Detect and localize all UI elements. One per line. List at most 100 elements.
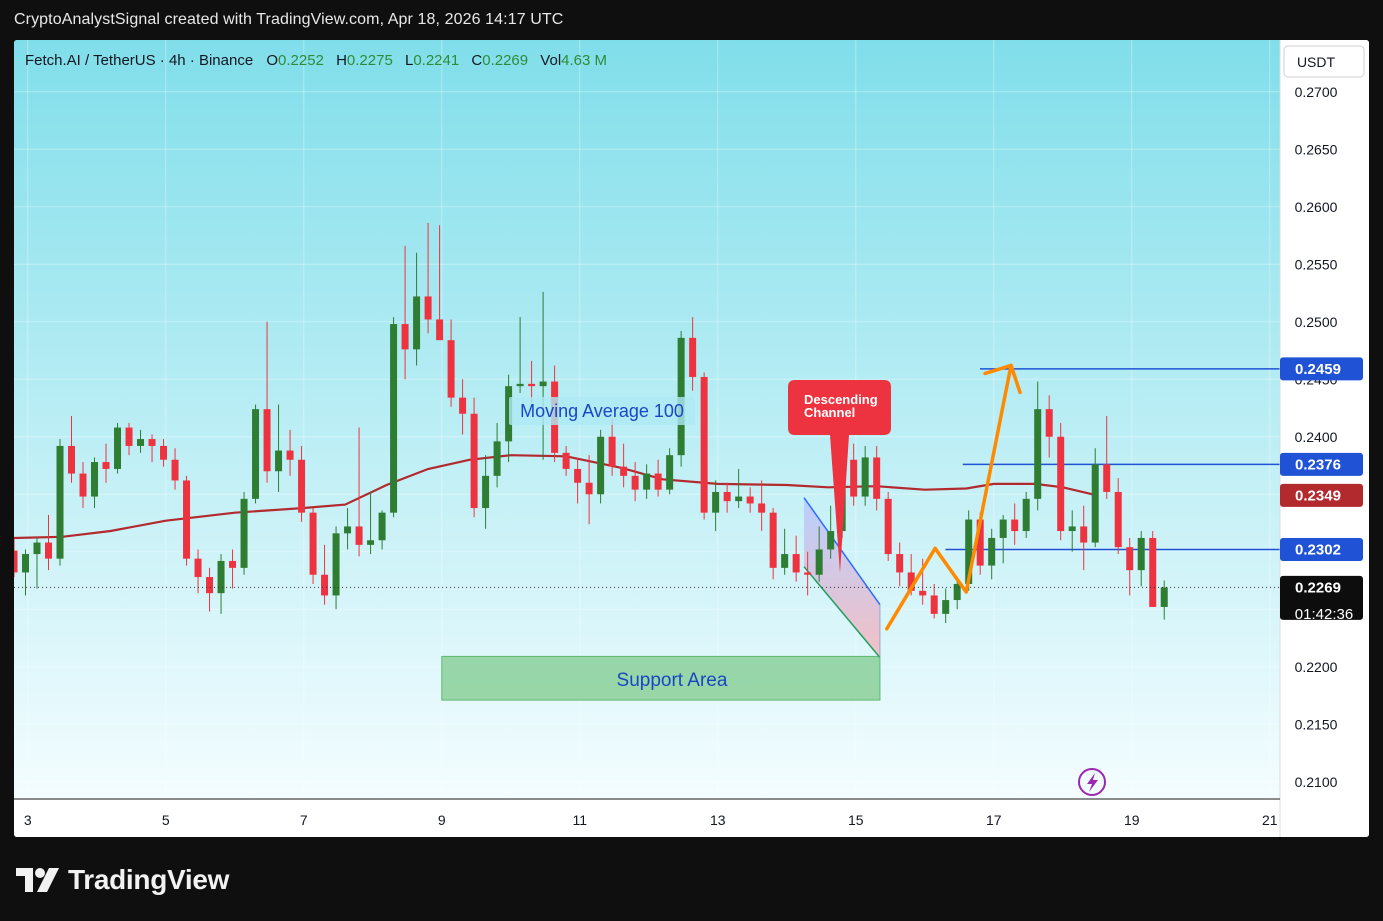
- candle-body: [896, 554, 904, 573]
- price-tick-label: 0.2150: [1295, 716, 1338, 732]
- candle-body: [424, 296, 432, 320]
- candle-body: [1091, 464, 1099, 543]
- price-tick-label: 0.2550: [1295, 256, 1338, 272]
- candle-body: [470, 413, 478, 509]
- legend-close-value: 0.2269: [482, 52, 528, 69]
- price-label-text: 0.2349: [1295, 487, 1341, 504]
- candle-body: [459, 397, 467, 414]
- currency-button-label: USDT: [1297, 54, 1336, 70]
- candle-body: [401, 324, 409, 350]
- price-tick-label: 0.2100: [1295, 774, 1338, 790]
- price-tick-label: 0.2400: [1295, 429, 1338, 445]
- candle-body: [585, 482, 593, 495]
- candle-body: [620, 466, 628, 476]
- price-tick-label: 0.2600: [1295, 199, 1338, 215]
- candle-body: [850, 459, 858, 497]
- candle-body: [942, 600, 950, 614]
- candle-body: [436, 319, 444, 341]
- legend-low-label: L: [405, 52, 413, 69]
- candle-body: [1057, 436, 1065, 532]
- time-tick-label: 17: [986, 812, 1002, 828]
- price-chart[interactable]: 0.21000.21500.22000.22500.23000.23500.24…: [14, 40, 1369, 837]
- time-tick-label: 3: [24, 812, 32, 828]
- ohlc-legend: Fetch.AI / TetherUS · 4h · Binance O0.22…: [25, 52, 607, 69]
- tradingview-logo[interactable]: TradingView: [16, 864, 229, 896]
- candle-body: [930, 595, 938, 614]
- currency-button[interactable]: USDT: [1283, 45, 1365, 78]
- legend-volume-label: Vol: [540, 52, 561, 69]
- candle-body: [1045, 409, 1053, 437]
- legend-volume-value: 4.63 M: [561, 52, 607, 69]
- candle-body: [516, 383, 524, 387]
- time-tick-label: 19: [1124, 812, 1140, 828]
- candle-body: [148, 439, 156, 446]
- price-label-text: 0.2376: [1295, 456, 1341, 473]
- candle-body: [217, 560, 225, 594]
- candle-body: [33, 542, 41, 555]
- price-tick-label: 0.2700: [1295, 84, 1338, 100]
- candle-body: [804, 572, 812, 575]
- legend-high-value: 0.2275: [347, 52, 393, 69]
- candle-body: [1080, 526, 1088, 543]
- candle-body: [781, 554, 789, 568]
- candle-body: [229, 560, 237, 568]
- candle-body: [206, 577, 214, 594]
- candle-body: [413, 296, 421, 350]
- chart-panel[interactable]: 0.21000.21500.22000.22500.23000.23500.24…: [14, 40, 1369, 837]
- candle-body: [114, 427, 122, 469]
- candle-body: [528, 383, 536, 387]
- candle-body: [183, 480, 191, 559]
- candle-body: [194, 558, 202, 578]
- time-tick-label: 15: [848, 812, 864, 828]
- candle-body: [735, 496, 743, 502]
- candle-body: [137, 439, 145, 446]
- candle-body: [482, 475, 490, 509]
- candle-body: [873, 457, 881, 499]
- candle-body: [240, 498, 248, 568]
- candle-body: [344, 526, 352, 534]
- candle-body: [493, 441, 501, 476]
- candle-body: [378, 512, 386, 541]
- candle-body: [286, 450, 294, 460]
- price-label-text: 0.2459: [1295, 361, 1341, 378]
- candle-body: [539, 381, 547, 387]
- candle-body: [56, 445, 64, 559]
- candle-body: [160, 445, 168, 460]
- candle-body: [1103, 464, 1111, 492]
- candle-body: [263, 409, 271, 472]
- support-area-label: Support Area: [617, 670, 728, 691]
- legend-open-label: O: [266, 52, 278, 69]
- candle-countdown: 01:42:36: [1295, 606, 1353, 623]
- time-tick-label: 11: [573, 812, 588, 828]
- legend-symbol: Fetch.AI / TetherUS · 4h · Binance: [25, 52, 253, 69]
- candle-body: [22, 554, 30, 573]
- legend-open-value: 0.2252: [278, 52, 324, 69]
- price-label-text: 0.2302: [1295, 541, 1341, 558]
- moving-average-annotation[interactable]: Moving Average 100: [509, 397, 695, 425]
- candle-body: [861, 457, 869, 497]
- candle-body: [654, 473, 662, 490]
- candle-body: [631, 475, 639, 490]
- price-tick-label: 0.2650: [1295, 141, 1338, 157]
- tradingview-wordmark: TradingView: [68, 864, 230, 895]
- legend-close-label: C: [471, 52, 482, 69]
- candle-body: [827, 531, 835, 550]
- candle-body: [1137, 537, 1145, 571]
- candle-body: [171, 459, 179, 481]
- tradingview-logo-icon: [16, 868, 59, 892]
- candle-body: [723, 491, 731, 502]
- chart-attribution: CryptoAnalystSignal created with Trading…: [14, 11, 564, 28]
- candle-body: [91, 462, 99, 497]
- candle-body: [769, 512, 777, 568]
- time-tick-label: 13: [710, 812, 726, 828]
- price-tick-label: 0.2500: [1295, 314, 1338, 330]
- candle-body: [712, 491, 720, 513]
- candle-body: [700, 376, 708, 513]
- candle-body: [1149, 537, 1157, 607]
- candle-body: [252, 409, 260, 499]
- price-label-text: 0.2269: [1295, 579, 1341, 596]
- candle-body: [298, 459, 306, 513]
- candle-body: [367, 540, 375, 545]
- time-tick-label: 9: [438, 812, 446, 828]
- candle-body: [275, 450, 283, 472]
